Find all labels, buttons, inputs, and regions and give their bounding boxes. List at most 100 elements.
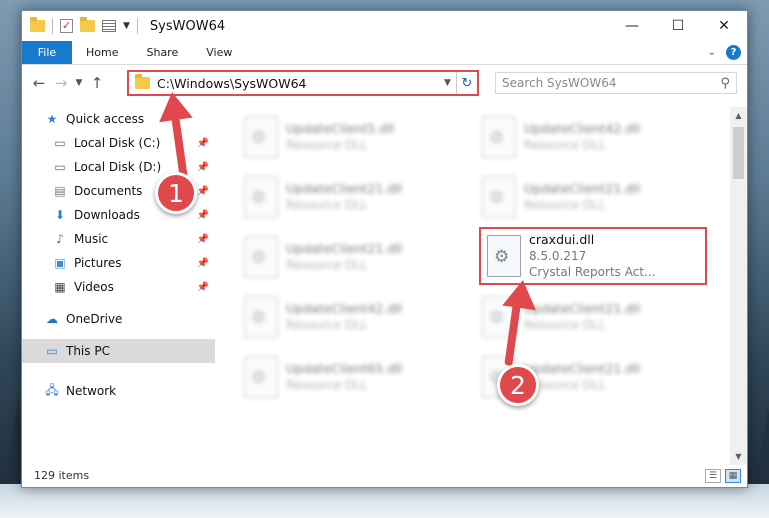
help-icon[interactable]: ? <box>726 45 741 60</box>
file-description: Resource DLL <box>524 318 606 332</box>
annotation-arrow-2-head <box>502 277 540 311</box>
pin-icon[interactable]: 📌 <box>197 186 209 197</box>
computer-icon: ▭ <box>46 344 58 358</box>
address-dropdown-chevron-icon[interactable]: ▼ <box>439 72 457 94</box>
details-view-icon[interactable]: ☰ <box>705 469 721 483</box>
sidebar-item-local-disk-c[interactable]: ▭ Local Disk (C:) 📌 <box>22 131 215 155</box>
new-folder-icon[interactable] <box>80 17 95 32</box>
dll-file-icon <box>244 176 278 218</box>
up-arrow-icon[interactable]: ↑ <box>86 74 108 92</box>
sidebar-item-onedrive[interactable]: ☁ OneDrive <box>22 307 215 331</box>
file-description: Resource DLL <box>524 138 606 152</box>
pin-icon[interactable]: 📌 <box>197 234 209 245</box>
view-switcher: ☰ ▦ <box>705 469 741 483</box>
folder-icon[interactable] <box>30 17 45 32</box>
annotation-step-1-badge: 1 <box>155 172 197 214</box>
file-description: Resource DLL <box>286 198 368 212</box>
list-item[interactable]: UpdateClient21.dll Resource DLL <box>482 173 702 221</box>
file-description: Resource DLL <box>286 318 368 332</box>
sidebar-item-label: Pictures <box>74 256 122 270</box>
search-icon[interactable]: ⚲ <box>720 76 730 91</box>
customize-toolbar-chevron-icon[interactable]: ▼ <box>123 21 130 31</box>
list-item[interactable]: UpdateClient42.dll Resource DLL <box>482 113 702 161</box>
network-icon: 🖧 <box>45 382 59 397</box>
sidebar-item-pictures[interactable]: ▣ Pictures 📌 <box>22 251 215 275</box>
pictures-icon: ▣ <box>54 256 66 270</box>
music-icon: ♪ <box>56 232 64 246</box>
scroll-up-arrow-icon[interactable]: ▲ <box>730 107 747 124</box>
vertical-scrollbar[interactable]: ▲ ▼ <box>730 107 747 465</box>
sidebar-item-label: Local Disk (D:) <box>74 160 162 174</box>
search-box[interactable]: Search SysWOW64 ⚲ <box>495 72 737 94</box>
file-name: UpdateClient5.dll <box>286 121 395 136</box>
file-name: UpdateClient42.dll <box>524 121 641 136</box>
item-count: 129 items <box>34 468 90 482</box>
list-item[interactable]: UpdateClient5.dll Resource DLL <box>244 113 464 161</box>
sidebar-item-label: Videos <box>74 280 114 294</box>
documents-icon: ▤ <box>54 184 66 198</box>
tab-view[interactable]: View <box>192 41 246 64</box>
ribbon-tabs: File Home Share View ⌄ ? <box>22 41 747 65</box>
ribbon-controls: ⌄ ? <box>708 41 747 64</box>
cloud-icon: ☁ <box>46 312 58 326</box>
maximize-button[interactable]: ☐ <box>655 11 701 41</box>
pin-icon[interactable]: 📌 <box>197 282 209 293</box>
tiles-view-icon[interactable]: ▦ <box>725 469 741 483</box>
file-description: Resource DLL <box>286 138 368 152</box>
highlighted-file-craxdui[interactable]: craxdui.dll 8.5.0.217 Crystal Reports Ac… <box>479 227 707 285</box>
sidebar-item-music[interactable]: ♪ Music 📌 <box>22 227 215 251</box>
navigation-pane: ★ Quick access ▭ Local Disk (C:) 📌 ▭ Loc… <box>22 107 215 465</box>
dll-file-icon <box>482 116 516 158</box>
file-description: Resource DLL <box>524 198 606 212</box>
explorer-window: ✓ ▼ SysWOW64 — ☐ ✕ File Home Share View … <box>21 10 748 488</box>
dll-file-icon <box>244 356 278 398</box>
pin-icon[interactable]: 📌 <box>197 258 209 269</box>
videos-icon: ▦ <box>54 280 66 294</box>
recent-locations-chevron-icon[interactable]: ▼ <box>72 78 86 88</box>
navigation-bar: ← → ▼ ↑ C:\Windows\SysWOW64 ▼ ↻ Search S… <box>22 65 747 100</box>
file-list: UpdateClient5.dll Resource DLL UpdateClie… <box>222 107 732 465</box>
tab-home[interactable]: Home <box>72 41 132 64</box>
forward-arrow-icon[interactable]: → <box>50 74 72 92</box>
tab-file[interactable]: File <box>22 41 72 64</box>
scroll-thumb[interactable] <box>733 127 744 179</box>
address-path[interactable]: C:\Windows\SysWOW64 <box>157 76 439 91</box>
status-bar: 129 items <box>22 463 747 487</box>
file-version: 8.5.0.217 <box>529 249 587 263</box>
sidebar-item-videos[interactable]: ▦ Videos 📌 <box>22 275 215 299</box>
back-arrow-icon[interactable]: ← <box>28 74 50 92</box>
star-icon: ★ <box>46 112 58 126</box>
minimize-button[interactable]: — <box>609 11 655 41</box>
dll-file-icon <box>244 296 278 338</box>
expand-ribbon-chevron-icon[interactable]: ⌄ <box>708 47 716 58</box>
close-button[interactable]: ✕ <box>701 11 747 41</box>
annotation-step-2-badge: 2 <box>497 364 539 406</box>
annotation-arrow-1-head <box>155 89 193 123</box>
pin-icon[interactable]: 📌 <box>197 138 209 149</box>
downloads-icon: ⬇ <box>54 208 66 222</box>
list-item[interactable]: UpdateClient42.dll Resource DLL <box>244 293 464 341</box>
search-input[interactable]: Search SysWOW64 <box>502 76 616 90</box>
sidebar-item-this-pc[interactable]: ▭ This PC <box>22 339 215 363</box>
file-name: UpdateClient21.dll <box>524 361 641 376</box>
file-name: UpdateClient21.dll <box>524 181 641 196</box>
properties-icon[interactable] <box>102 20 116 32</box>
list-item[interactable]: UpdateClient21.dll Resource DLL <box>244 173 464 221</box>
file-name: craxdui.dll <box>529 232 595 247</box>
pin-icon[interactable]: 📌 <box>197 162 209 173</box>
properties-check-icon[interactable]: ✓ <box>60 19 73 33</box>
drive-icon: ▭ <box>54 136 66 150</box>
list-item[interactable]: UpdateClient65.dll Resource DLL <box>244 353 464 401</box>
file-name: UpdateClient21.dll <box>286 241 403 256</box>
sidebar-item-label: Quick access <box>66 112 145 126</box>
file-description: Resource DLL <box>286 378 368 392</box>
pin-icon[interactable]: 📌 <box>197 210 209 221</box>
sidebar-item-label: Music <box>74 232 109 246</box>
address-folder-icon <box>135 74 150 89</box>
refresh-icon[interactable]: ↻ <box>457 76 477 91</box>
drive-icon: ▭ <box>54 160 66 174</box>
tab-share[interactable]: Share <box>132 41 192 64</box>
toolbar-divider <box>52 18 53 34</box>
sidebar-item-network[interactable]: 🖧 Network <box>22 379 215 403</box>
list-item[interactable]: UpdateClient21.dll Resource DLL <box>244 233 464 281</box>
